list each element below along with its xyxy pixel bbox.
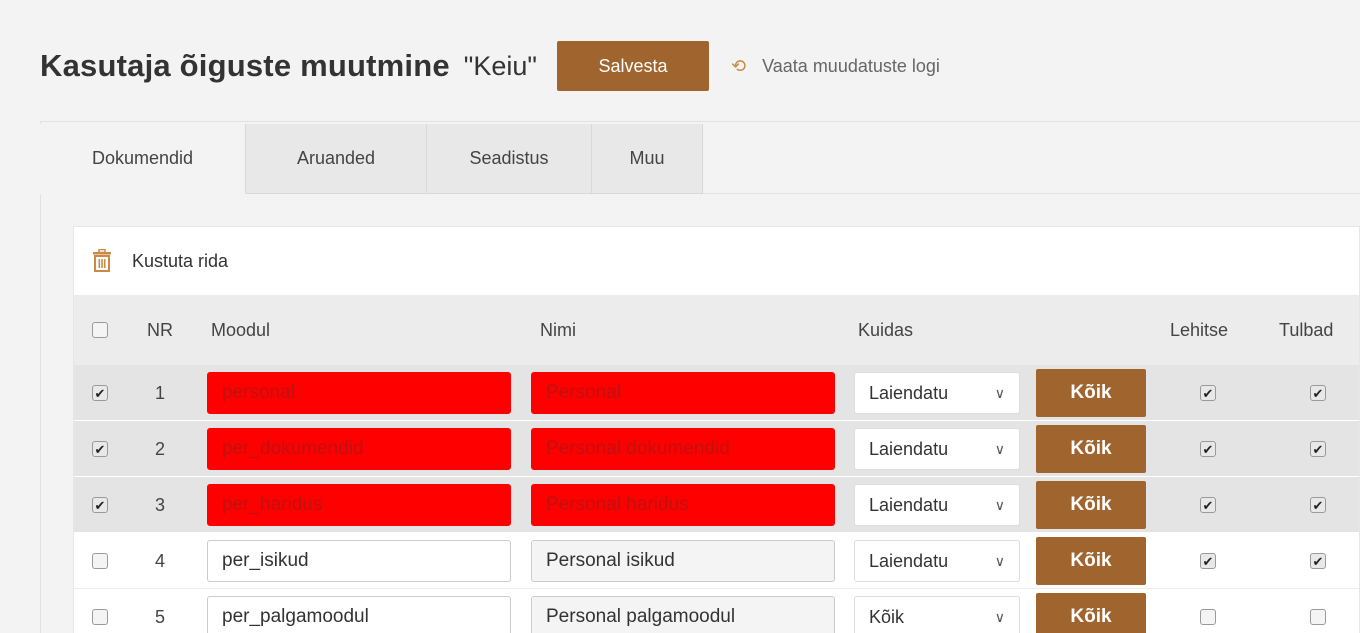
lehitse-checkbox[interactable] (1200, 609, 1216, 625)
row-number: 3 (154, 494, 165, 515)
trash-icon[interactable] (92, 249, 112, 273)
kuidas-select[interactable]: Kõik ∨ (854, 596, 1020, 633)
row-number: 2 (154, 438, 165, 459)
kuidas-select[interactable]: Laiendatu ∨ (854, 372, 1020, 414)
col-moodul: Moodul (211, 319, 271, 340)
nimi-field[interactable]: Personal dokumendid (531, 428, 835, 470)
moodul-field[interactable]: per_isikud (207, 540, 511, 582)
koik-button[interactable]: Kõik (1036, 481, 1146, 529)
user-name: "Keiu" (463, 50, 538, 81)
select-all-checkbox[interactable] (92, 322, 108, 338)
chevron-down-icon: ∨ (994, 441, 1005, 457)
tab-bar: Dokumendid Aruanded Seadistus Muu (40, 124, 703, 194)
permissions-card: Kustuta rida NR Moodul Nimi Kuidas Lehit… (73, 226, 1360, 633)
tab-aruanded[interactable]: Aruanded (246, 124, 427, 194)
tulbad-checkbox[interactable]: ✔ (1310, 385, 1326, 401)
table-row: ✔ 1 personal Personal Laiendatu ∨ Kõik ✔ … (74, 365, 1359, 421)
nimi-field[interactable]: Personal palgamoodul (531, 596, 835, 633)
nimi-field[interactable]: Personal (531, 372, 835, 414)
row-select-checkbox[interactable] (92, 609, 108, 625)
moodul-field[interactable]: per_palgamoodul (207, 596, 511, 633)
lehitse-checkbox[interactable]: ✔ (1200, 553, 1216, 569)
row-number: 5 (154, 606, 165, 627)
kuidas-value: Kõik (869, 606, 905, 627)
chevron-down-icon: ∨ (994, 497, 1005, 513)
chevron-down-icon: ∨ (994, 609, 1005, 625)
tulbad-checkbox[interactable] (1310, 609, 1326, 625)
moodul-field[interactable]: per_dokumendid (207, 428, 511, 470)
col-lehitse: Lehitse (1170, 319, 1229, 340)
moodul-field[interactable]: personal (207, 372, 511, 414)
delete-row-button[interactable]: Kustuta rida (132, 251, 228, 272)
permissions-table: NR Moodul Nimi Kuidas Lehitse Tulbad ✔ 1… (74, 295, 1359, 633)
tab-muu[interactable]: Muu (592, 124, 703, 194)
col-kuidas: Kuidas (858, 319, 914, 340)
view-log-link[interactable]: ⟲ Vaata muudatuste logi (731, 56, 940, 77)
save-button[interactable]: Salvesta (557, 41, 710, 91)
kuidas-value: Laiendatu (869, 438, 949, 459)
page-title: Kasutaja õiguste muutmine (40, 48, 450, 83)
koik-button[interactable]: Kõik (1036, 593, 1146, 633)
chevron-down-icon: ∨ (994, 553, 1005, 569)
table-row: ✔ 2 per_dokumendid Personal dokumendid L… (74, 421, 1359, 477)
lehitse-checkbox[interactable]: ✔ (1200, 497, 1216, 513)
nimi-field[interactable]: Personal haridus (531, 484, 835, 526)
tulbad-checkbox[interactable]: ✔ (1310, 441, 1326, 457)
kuidas-select[interactable]: Laiendatu ∨ (854, 540, 1020, 582)
tab-dokumendid[interactable]: Dokumendid (40, 124, 246, 194)
row-number: 4 (154, 550, 165, 571)
moodul-field[interactable]: per_haridus (207, 484, 511, 526)
page-header: Kasutaja õiguste muutmine "Keiu" Salvest… (40, 40, 940, 92)
row-number: 1 (154, 382, 165, 403)
kuidas-select[interactable]: Laiendatu ∨ (854, 428, 1020, 470)
koik-button[interactable]: Kõik (1036, 369, 1146, 417)
table-toolbar: Kustuta rida (74, 227, 1359, 295)
tab-seadistus[interactable]: Seadistus (427, 124, 592, 194)
koik-button[interactable]: Kõik (1036, 537, 1146, 585)
table-row: ✔ 3 per_haridus Personal haridus Laienda… (74, 477, 1359, 533)
col-nimi: Nimi (540, 319, 576, 340)
lehitse-checkbox[interactable]: ✔ (1200, 385, 1216, 401)
kuidas-value: Laiendatu (869, 382, 949, 403)
row-select-checkbox[interactable]: ✔ (92, 385, 108, 401)
table-header: NR Moodul Nimi Kuidas Lehitse Tulbad (74, 295, 1359, 365)
col-nr: NR (147, 319, 173, 340)
koik-button[interactable]: Kõik (1036, 425, 1146, 473)
tulbad-checkbox[interactable]: ✔ (1310, 553, 1326, 569)
kuidas-value: Laiendatu (869, 550, 949, 571)
tab-divider (703, 193, 1360, 194)
col-tulbad: Tulbad (1279, 319, 1334, 340)
row-select-checkbox[interactable] (92, 553, 108, 569)
tulbad-checkbox[interactable]: ✔ (1310, 497, 1326, 513)
kuidas-value: Laiendatu (869, 494, 949, 515)
chevron-down-icon: ∨ (994, 385, 1005, 401)
view-log-label: Vaata muudatuste logi (762, 55, 940, 76)
history-icon: ⟲ (731, 55, 747, 76)
nimi-field[interactable]: Personal isikud (531, 540, 835, 582)
row-select-checkbox[interactable]: ✔ (92, 497, 108, 513)
kuidas-select[interactable]: Laiendatu ∨ (854, 484, 1020, 526)
table-row: 4 per_isikud Personal isikud Laiendatu ∨ … (74, 533, 1359, 589)
table-row: 5 per_palgamoodul Personal palgamoodul K… (74, 589, 1359, 633)
row-select-checkbox[interactable]: ✔ (92, 441, 108, 457)
lehitse-checkbox[interactable]: ✔ (1200, 441, 1216, 457)
